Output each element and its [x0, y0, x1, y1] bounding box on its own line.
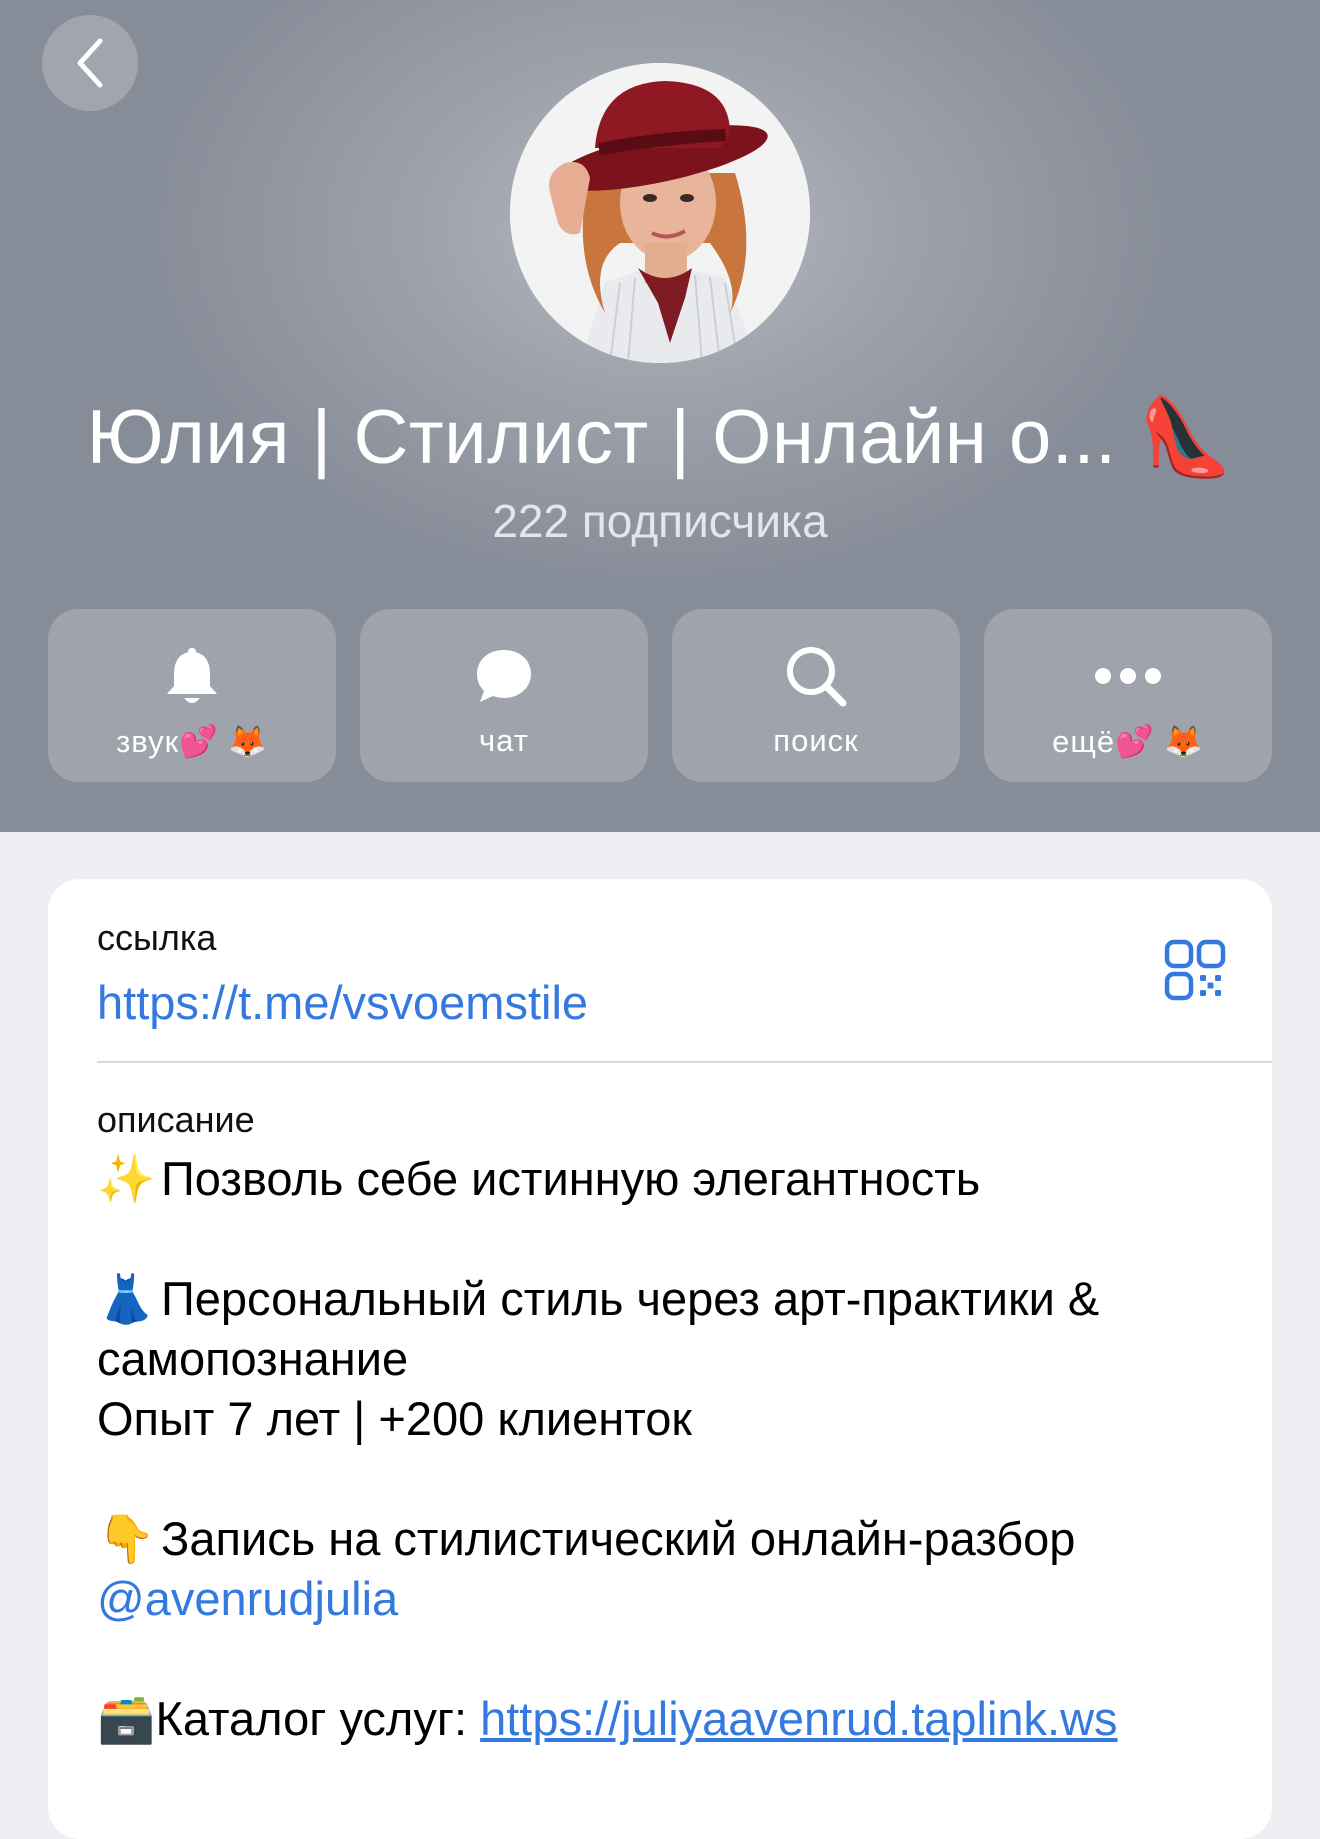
description-line-1: ✨ Позволь себе истинную элегантность	[97, 1149, 1237, 1209]
dress-icon: 👗	[97, 1272, 156, 1325]
chevron-left-icon	[77, 38, 103, 88]
chat-label: чат	[479, 723, 529, 758]
back-button[interactable]	[42, 15, 138, 111]
channel-avatar[interactable]	[510, 63, 810, 363]
search-label: поиск	[773, 723, 859, 758]
card-file-box-icon: 🗃️	[97, 1692, 156, 1745]
more-label: ещё💕 🦊	[1052, 724, 1204, 759]
qr-code-button[interactable]	[1164, 939, 1226, 1001]
channel-header: Юлия | Стилист | Онлайн о... 👠 222 подпи…	[0, 0, 1320, 832]
description-label: описание	[97, 1099, 255, 1140]
search-button[interactable]: поиск	[672, 609, 960, 782]
search-icon	[787, 647, 847, 707]
link-label: ссылка	[97, 917, 217, 958]
description-line-3: самопознание	[97, 1332, 409, 1385]
subscriber-count: 222 подписчика	[492, 495, 828, 547]
chat-bubble-icon	[477, 650, 531, 702]
catalog-link[interactable]: https://juliyaavenrud.taplink.ws	[480, 1692, 1117, 1745]
description-line-2: 👗 Персональный стиль через арт-практики &	[97, 1269, 1237, 1329]
description-line-4: Опыт 7 лет | +200 клиенток	[97, 1392, 692, 1445]
channel-info-card: ссылка https://t.me/vsvoemstile описание…	[48, 879, 1272, 1839]
description-catalog: 🗃️Каталог услуг: https://juliyaavenrud.t…	[97, 1692, 1118, 1745]
qr-code-icon	[1164, 939, 1226, 1001]
sound-button[interactable]: звук💕 🦊	[48, 609, 336, 782]
pointing-down-icon: 👇	[97, 1512, 156, 1565]
channel-title: Юлия | Стилист | Онлайн о... 👠	[86, 395, 1234, 480]
channel-link[interactable]: https://t.me/vsvoemstile	[97, 975, 588, 1030]
avatar-photo	[510, 63, 810, 363]
more-dots-icon	[1095, 668, 1161, 684]
more-button[interactable]: ещё💕 🦊	[984, 609, 1272, 782]
description-line-5: 👇 Запись на стилистический онлайн-разбор	[97, 1509, 1237, 1569]
bell-icon	[167, 648, 217, 703]
mention-link[interactable]: @avenrudjulia	[97, 1572, 398, 1625]
section-divider	[97, 1061, 1272, 1063]
sound-label: звук💕 🦊	[116, 724, 268, 759]
channel-description: ✨ Позволь себе истинную элегантность 👗 Пер…	[97, 1149, 1237, 1749]
sparkles-icon: ✨	[97, 1152, 156, 1205]
chat-button[interactable]: чат	[360, 609, 648, 782]
